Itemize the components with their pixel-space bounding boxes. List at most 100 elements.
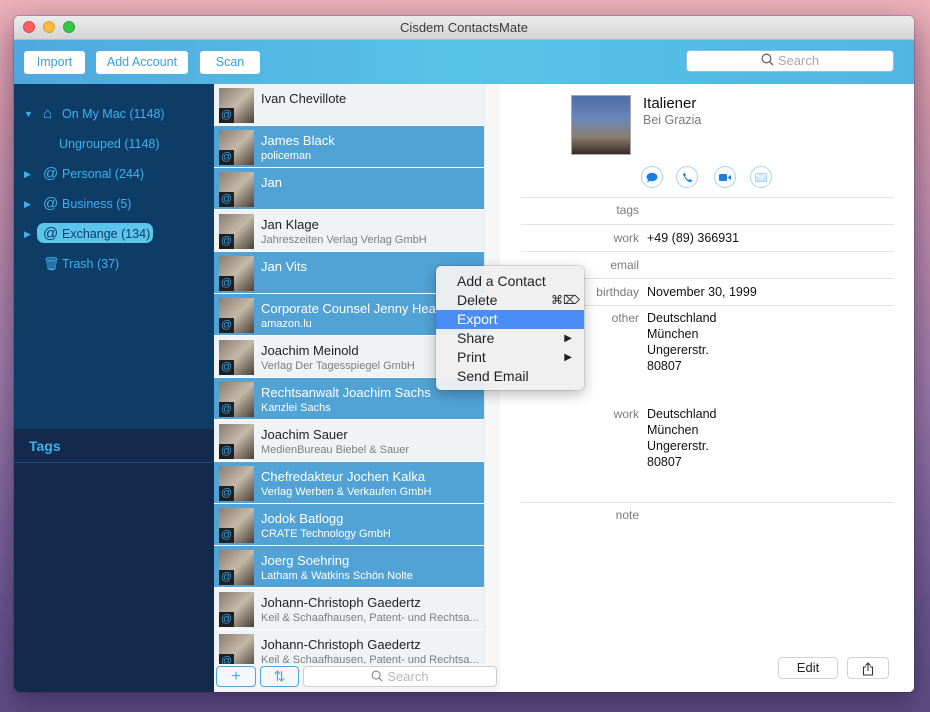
avatar: @: [219, 550, 254, 585]
contact-row[interactable]: @ Chefredakteur Jochen Kalka Verlag Werben…: [214, 462, 484, 504]
note-label: note: [615, 508, 639, 522]
menu-item-label: Export: [457, 311, 498, 327]
disclosure-collapsed-icon[interactable]: ▶: [24, 163, 31, 185]
exchange-at-icon: @: [219, 108, 234, 123]
contact-row-subtitle: policeman: [261, 150, 312, 162]
contact-row[interactable]: @ James Black policeman: [214, 126, 484, 168]
exchange-at-icon: @: [219, 192, 234, 207]
sidebar-item-ungrouped[interactable]: Ungrouped (1148): [14, 133, 214, 155]
menu-item-label: Share: [457, 330, 495, 346]
sidebar: ▼ ⌂ On My Mac (1148) Ungrouped (1148) ▶ …: [14, 84, 214, 692]
search-input[interactable]: Search: [686, 50, 894, 72]
contact-row[interactable]: @ Jodok Batlogg CRATE Technology GmbH: [214, 504, 484, 546]
contact-row-subtitle: Keil & Schaafhausen, Patent- und Rechtsa…: [261, 654, 479, 664]
other-address-value[interactable]: Deutschland München Ungererstr. 80807: [647, 310, 717, 374]
phone-value[interactable]: +49 (89) 366931: [647, 230, 739, 246]
edit-button[interactable]: Edit: [778, 657, 838, 679]
contact-company: Bei Grazia: [643, 113, 702, 127]
message-icon: [646, 171, 658, 183]
zoom-window-button[interactable]: [63, 21, 75, 33]
minimize-window-button[interactable]: [43, 21, 55, 33]
contact-name: Italiener: [643, 95, 697, 112]
share-button[interactable]: [847, 657, 889, 679]
contact-row-subtitle: Latham & Watkins Schön Nolte: [261, 570, 413, 582]
context-menu: Add a Contact Delete ⌘⌦ Export Share ▶ Print ▶ S…: [436, 266, 584, 390]
contact-row-name: Chefredakteur Jochen Kalka: [261, 469, 426, 484]
shortcut-label: ⌘⌦: [551, 293, 580, 307]
exchange-at-icon: @: [219, 612, 234, 627]
sidebar-item-on-my-mac[interactable]: ▼ ⌂ On My Mac (1148): [14, 103, 214, 125]
menu-item-label: Print: [457, 349, 486, 365]
contact-row[interactable]: @ Jan: [214, 168, 484, 210]
video-call-button[interactable]: [714, 166, 736, 188]
contact-row[interactable]: @ Joachim Sauer MedienBureau Biebel & Saue…: [214, 420, 484, 462]
menu-item-add-a-contact[interactable]: Add a Contact: [436, 272, 584, 291]
home-icon: ⌂: [43, 105, 53, 122]
sidebar-item-exchange[interactable]: ▶ @ Exchange (134): [14, 223, 214, 245]
contact-row-subtitle: Keil & Schaafhausen, Patent- und Rechtsa…: [261, 612, 479, 624]
contact-row-name: Johann-Christoph Gaedertz: [261, 595, 421, 610]
work-address-value[interactable]: Deutschland München Ungererstr. 80807: [647, 406, 717, 470]
contact-row-name: Ivan Chevillote: [261, 91, 347, 106]
exchange-at-icon: @: [219, 528, 234, 543]
avatar: @: [219, 592, 254, 627]
disclosure-collapsed-icon[interactable]: ▶: [24, 193, 31, 215]
disclosure-collapsed-icon[interactable]: ▶: [24, 223, 31, 245]
phone-label: work: [613, 231, 639, 245]
sort-button[interactable]: ⇅: [260, 666, 299, 687]
contact-photo[interactable]: [571, 95, 631, 155]
search-icon: [371, 668, 383, 687]
menu-item-export[interactable]: Export: [436, 310, 584, 329]
contact-row-subtitle: Jahreszeiten Verlag Verlag GmbH: [261, 234, 427, 246]
avatar: @: [219, 172, 254, 207]
share-icon: [862, 660, 874, 676]
sidebar-item-personal[interactable]: ▶ @ Personal (244): [14, 163, 214, 185]
close-window-button[interactable]: [23, 21, 35, 33]
sidebar-item-business[interactable]: ▶ @ Business (5): [14, 193, 214, 215]
divider: [521, 197, 894, 198]
search-placeholder: Search: [777, 53, 820, 68]
list-search-input[interactable]: Search: [303, 666, 497, 687]
exchange-at-icon: @: [219, 486, 234, 501]
call-button[interactable]: [676, 166, 698, 188]
menu-item-label: Add a Contact: [457, 273, 546, 289]
email-button[interactable]: [750, 166, 772, 188]
add-account-button[interactable]: Add Account: [96, 51, 188, 74]
menu-item-print[interactable]: Print ▶: [436, 348, 584, 367]
add-contact-button[interactable]: +: [216, 666, 256, 687]
avatar: @: [219, 508, 254, 543]
at-icon: @: [43, 195, 59, 212]
menu-item-send-email[interactable]: Send Email: [436, 367, 584, 386]
menu-item-delete[interactable]: Delete ⌘⌦: [436, 291, 584, 310]
import-button[interactable]: Import: [24, 51, 85, 74]
message-button[interactable]: [641, 166, 663, 188]
birthday-value[interactable]: November 30, 1999: [647, 284, 757, 300]
work-address-label: work: [613, 407, 639, 421]
contact-row[interactable]: @ Ivan Chevillote: [214, 84, 484, 126]
mail-icon: [755, 171, 767, 183]
video-icon: [719, 171, 731, 183]
trash-icon: 🗑: [43, 256, 60, 271]
exchange-at-icon: @: [219, 318, 234, 333]
contact-row-name: Jodok Batlogg: [261, 511, 344, 526]
scan-button[interactable]: Scan: [200, 51, 260, 74]
contact-row-name: Jan Klage: [261, 217, 319, 232]
accounts-section: ▼ ⌂ On My Mac (1148) Ungrouped (1148) ▶ …: [14, 84, 214, 429]
sidebar-item-trash[interactable]: 🗑 Trash (37): [14, 253, 214, 275]
exchange-at-icon: @: [219, 150, 234, 165]
menu-item-share[interactable]: Share ▶: [436, 329, 584, 348]
contact-row[interactable]: @ Jan Klage Jahreszeiten Verlag Verlag Gmb…: [214, 210, 484, 252]
divider: [521, 224, 894, 225]
avatar: @: [219, 634, 254, 664]
submenu-arrow-icon: ▶: [564, 352, 572, 363]
menu-item-label: Delete: [457, 292, 498, 308]
contact-row-subtitle: Verlag Werben & Verkaufen GmbH: [261, 486, 432, 498]
avatar: @: [219, 298, 254, 333]
disclosure-expanded-icon[interactable]: ▼: [24, 103, 33, 125]
tags-header: Tags: [14, 429, 214, 463]
contact-row[interactable]: @ Johann-Christoph Gaedertz Keil & Schaafh…: [214, 588, 484, 630]
menu-item-label: Send Email: [457, 368, 529, 384]
contact-row[interactable]: @ Joerg Soehring Latham & Watkins Schön No…: [214, 546, 484, 588]
contact-row[interactable]: @ Johann-Christoph Gaedertz Keil & Schaafh…: [214, 630, 484, 664]
contact-row-subtitle: Kanzlei Sachs: [261, 402, 331, 414]
